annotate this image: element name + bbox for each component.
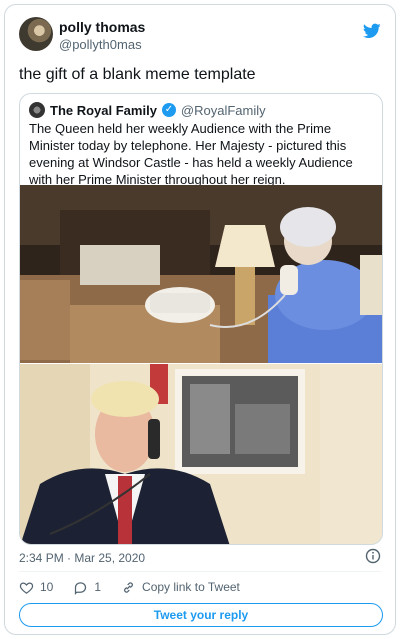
display-name[interactable]: polly thomas xyxy=(59,19,145,36)
reply-count: 1 xyxy=(94,580,102,594)
copy-link-label: Copy link to Tweet xyxy=(142,580,240,594)
reply-bubble-icon xyxy=(75,581,87,595)
link-icon xyxy=(124,581,133,593)
like-button[interactable]: 10 xyxy=(19,580,53,595)
avatar[interactable] xyxy=(19,17,53,51)
verified-badge-icon: ✓ xyxy=(161,103,176,117)
prime-minister-telephone-photo[interactable] xyxy=(20,364,383,545)
tweet-your-reply-button[interactable]: Tweet your reply xyxy=(19,603,383,627)
quoted-display-name: The Royal Family xyxy=(50,102,157,118)
tweet-timestamp[interactable]: 2:34 PM · Mar 25, 2020 xyxy=(19,551,145,565)
quoted-tweet[interactable]: The Royal Family ✓ @RoyalFamily The Quee… xyxy=(19,93,383,545)
quoted-handle: @RoyalFamily xyxy=(180,102,266,118)
heart-icon xyxy=(19,581,34,594)
copy-link-button[interactable]: Copy link to Tweet xyxy=(121,580,240,595)
info-icon[interactable] xyxy=(365,548,381,564)
reply-button[interactable]: 1 xyxy=(73,580,101,595)
queen-telephone-photo[interactable] xyxy=(20,185,383,363)
handle[interactable]: @pollyth0mas xyxy=(59,36,145,53)
tweet-header: polly thomas @pollyth0mas xyxy=(19,17,381,59)
author-names: polly thomas @pollyth0mas xyxy=(59,19,145,53)
quoted-avatar xyxy=(29,102,45,118)
twitter-bird-icon[interactable] xyxy=(363,23,381,39)
action-bar: 10 1 Copy link to Tweet xyxy=(19,578,260,596)
quoted-text: The Queen held her weekly Audience with … xyxy=(29,121,353,187)
tweet-text: the gift of a blank meme template xyxy=(19,66,256,83)
quoted-header: The Royal Family ✓ @RoyalFamily xyxy=(29,101,266,119)
tweet-card: polly thomas @pollyth0mas the gift of a … xyxy=(4,4,396,635)
like-count: 10 xyxy=(40,580,54,594)
divider xyxy=(19,571,381,572)
